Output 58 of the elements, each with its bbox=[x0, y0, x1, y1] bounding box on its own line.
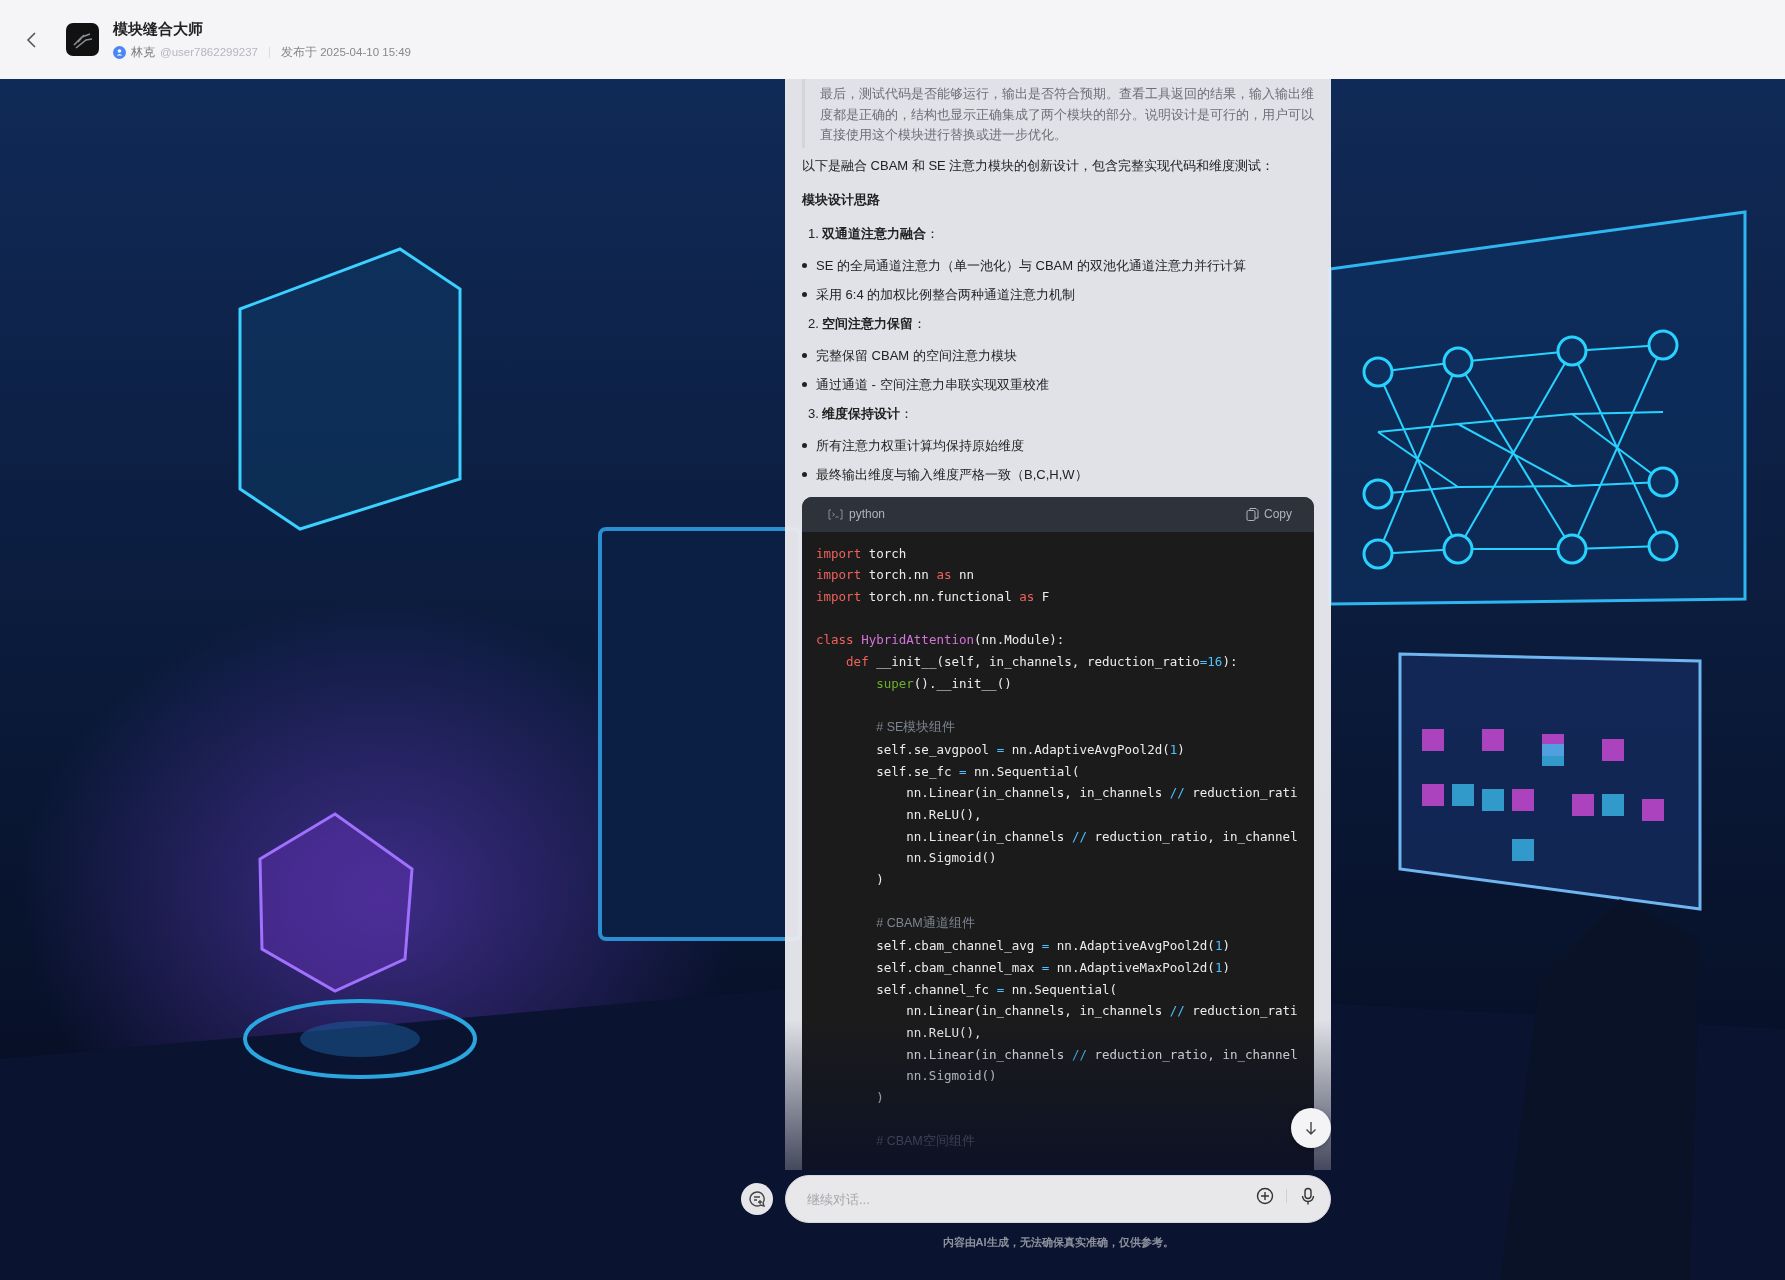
copy-button[interactable]: Copy bbox=[1246, 507, 1292, 521]
list-item: 采用 6:4 的加权比例整合两种通道注意力机制 bbox=[816, 285, 1076, 304]
list-item: 最终输出维度与输入维度严格一致（B,C,H,W） bbox=[816, 465, 1088, 484]
code-line: self.cbam_channel_avg = nn.AdaptiveAvgPool2d(1) bbox=[876, 937, 1230, 956]
section-heading: 模块设计思路 bbox=[802, 190, 881, 209]
code-line: self.channel_fc = nn.Sequential( bbox=[876, 980, 1118, 999]
list-item: 完整保留 CBAM 的空间注意力模块 bbox=[816, 346, 1017, 365]
code-line: self.cbam_channel_max = nn.AdaptiveMaxPool2d(1) bbox=[876, 958, 1230, 977]
code-line: nn.Sigmoid() bbox=[906, 849, 997, 868]
add-icon[interactable] bbox=[1256, 1187, 1274, 1205]
terminal-icon bbox=[828, 508, 843, 520]
list-item: 通过通道 - 空间注意力串联实现双重校准 bbox=[816, 375, 1049, 394]
numbered-heading: 2. 空间注意力保留： bbox=[808, 314, 928, 333]
bullet-icon bbox=[802, 263, 807, 268]
author-handle: @user7862299237 bbox=[160, 46, 258, 58]
code-line: import torch.nn as nn bbox=[816, 566, 975, 585]
bot-avatar bbox=[66, 23, 99, 56]
code-line: nn.Linear(in_channels, in_channels // reduction_rati bbox=[906, 1002, 1298, 1021]
numbered-heading: 3. 维度保持设计： bbox=[808, 404, 915, 423]
bullet-icon bbox=[802, 353, 807, 358]
code-line: nn.Linear(in_channels, in_channels // reduction_rati bbox=[906, 784, 1298, 803]
code-line: # CBAM通道组件 bbox=[876, 915, 975, 933]
code-line: class HybridAttention(nn.Module): bbox=[816, 631, 1065, 650]
code-line: nn.ReLU(), bbox=[906, 805, 982, 824]
disclaimer-text: 内容由AI生成，无法确保真实准确，仅供参考。 bbox=[942, 1235, 1174, 1250]
bullet-icon bbox=[802, 382, 807, 387]
author-name: 林克 bbox=[131, 44, 155, 60]
code-line: import torch bbox=[816, 544, 907, 563]
chat-icon bbox=[748, 1190, 766, 1208]
quote-text: 最后，测试代码是否能够运行，输出是否符合预期。查看工具返回的结果，输入输出维度都是正确的，结构也显示正确集成了两个模块的部分。说明设计是可行的，用户可以直接使用这个模块进行替换或进一步优化。 bbox=[802, 79, 1314, 148]
microphone-icon[interactable] bbox=[1299, 1187, 1317, 1205]
code-line: nn.Linear(in_channels // reduction_ratio, in_channel bbox=[906, 827, 1298, 846]
arrow-down-icon bbox=[1304, 1121, 1318, 1135]
code-line: import torch.nn.functional as F bbox=[816, 587, 1050, 606]
bullet-icon bbox=[802, 292, 807, 297]
code-line: nn.Sigmoid() bbox=[906, 1067, 997, 1086]
bot-title: 模块缝合大师 bbox=[113, 19, 204, 39]
paragraph: 以下是融合 CBAM 和 SE 注意力模块的创新设计，包含完整实现代码和维度测试： bbox=[802, 156, 1276, 175]
list-item: 所有注意力权重计算均保持原始维度 bbox=[816, 436, 1024, 455]
code-line: def __init__(self, in_channels, reduction_ratio=16): bbox=[846, 653, 1238, 671]
code-language: python bbox=[849, 507, 886, 521]
scroll-down-button[interactable] bbox=[1291, 1108, 1331, 1148]
publish-date: 发布于 2025-04-10 15:49 bbox=[281, 44, 411, 60]
code-line: super().__init__() bbox=[876, 674, 1012, 693]
message-input[interactable]: 继续对话... bbox=[785, 1175, 1331, 1223]
list-item: SE 的全局通道注意力（单一池化）与 CBAM 的双池化通道注意力并行计算 bbox=[816, 256, 1246, 275]
code-line: # SE模块组件 bbox=[876, 719, 956, 737]
numbered-heading: 1. 双通道注意力融合： bbox=[808, 224, 941, 243]
code-line: self.se_fc = nn.Sequential( bbox=[876, 762, 1080, 781]
code-line: ) bbox=[876, 1089, 884, 1108]
code-line: ) bbox=[876, 871, 884, 889]
code-line: nn.ReLU(), bbox=[906, 1023, 982, 1042]
copy-icon bbox=[1246, 507, 1259, 521]
code-line: self.se_avgpool = nn.AdaptiveAvgPool2d(1) bbox=[876, 740, 1185, 759]
bullet-icon bbox=[802, 443, 807, 448]
bullet-icon bbox=[802, 472, 807, 477]
user-icon bbox=[113, 45, 126, 59]
code-line: nn.Linear(in_channels // reduction_ratio, in_channel bbox=[906, 1045, 1298, 1064]
